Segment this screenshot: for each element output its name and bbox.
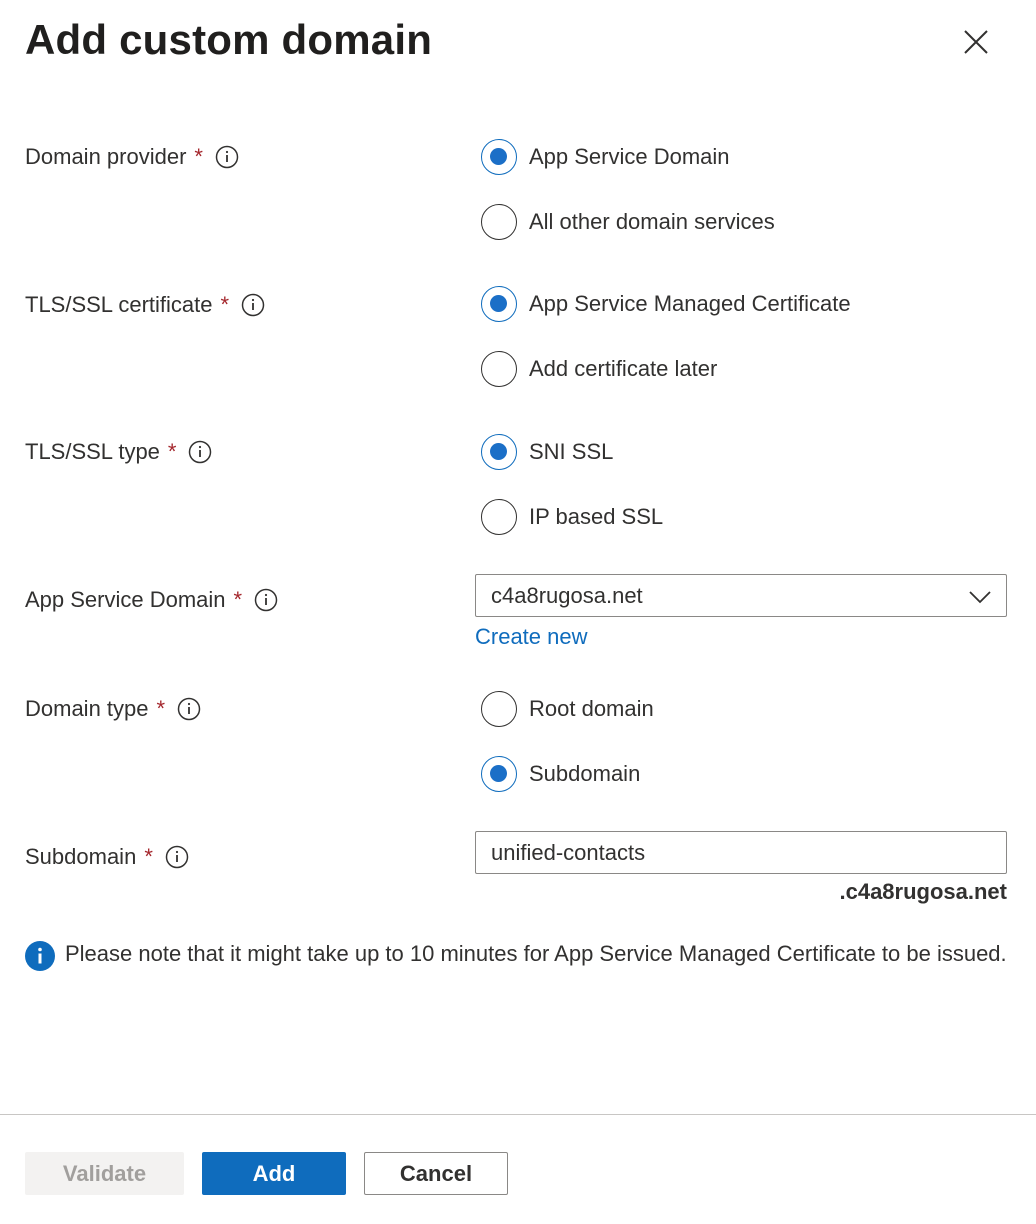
radio-circle-checked[interactable] [481,756,517,792]
tls-type-label-row: TLS/SSL type * [25,437,212,467]
info-icon[interactable] [254,588,278,612]
radio-label: IP based SSL [529,504,664,529]
tls-type-label: TLS/SSL type [25,439,160,464]
radio-add-certificate-later[interactable]: Add certificate later [481,350,717,388]
required-indicator: * [144,844,153,869]
radio-circle[interactable] [481,499,517,535]
radio-circle-checked[interactable] [481,139,517,175]
create-new-link[interactable]: Create new [475,622,588,652]
add-button[interactable]: Add [202,1152,346,1195]
tls-certificate-label-row: TLS/SSL certificate * [25,290,265,320]
radio-label: App Service Managed Certificate [529,291,851,316]
required-indicator: * [233,587,243,612]
radio-sni-ssl[interactable]: SNI SSL [481,433,613,471]
radio-subdomain[interactable]: Subdomain [481,755,640,793]
subdomain-input[interactable]: unified-contacts [475,831,1007,874]
domain-provider-label: Domain provider [25,144,187,169]
validate-button[interactable]: Validate [25,1152,184,1195]
info-icon[interactable] [165,845,189,869]
app-service-domain-label-row: App Service Domain * [25,585,278,615]
radio-circle-checked[interactable] [481,286,517,322]
radio-all-other-domain-services[interactable]: All other domain services [481,203,775,241]
required-indicator: * [167,439,177,464]
radio-label: Subdomain [529,761,641,786]
radio-circle[interactable] [481,691,517,727]
radio-ip-based-ssl[interactable]: IP based SSL [481,498,663,536]
info-icon[interactable] [241,293,265,317]
cancel-button[interactable]: Cancel [364,1152,508,1195]
radio-app-service-domain[interactable]: App Service Domain [481,138,730,176]
subdomain-label-row: Subdomain * [25,842,189,872]
radio-label: Root domain [529,696,654,721]
info-filled-icon [25,941,55,971]
required-indicator: * [194,144,203,169]
radio-label: SNI SSL [529,439,614,464]
close-button[interactable] [958,24,994,60]
app-service-domain-label: App Service Domain [25,587,226,612]
info-note-text: Please note that it might take up to 10 … [65,941,1007,966]
subdomain-input-value: unified-contacts [491,839,646,865]
tls-certificate-label: TLS/SSL certificate [25,292,213,317]
footer-divider [0,1114,1036,1115]
radio-label: App Service Domain [529,144,730,169]
domain-type-label: Domain type [25,696,149,721]
subdomain-suffix: .c4a8rugosa.net [839,879,1007,904]
page-title: Add custom domain [25,16,433,63]
radio-root-domain[interactable]: Root domain [481,690,654,728]
radio-circle[interactable] [481,204,517,240]
radio-circle[interactable] [481,351,517,387]
info-note: Please note that it might take up to 10 … [25,938,1015,971]
app-service-domain-dropdown[interactable]: c4a8rugosa.net [475,574,1007,617]
dropdown-value: c4a8rugosa.net [491,582,643,608]
chevron-down-icon [969,591,991,604]
radio-label: All other domain services [529,209,775,234]
close-icon [964,30,988,54]
radio-circle-checked[interactable] [481,434,517,470]
add-custom-domain-panel: Add custom domain Domain provider * App … [0,0,1036,1224]
required-indicator: * [156,696,166,721]
info-icon[interactable] [177,697,201,721]
subdomain-label: Subdomain [25,844,137,869]
info-icon[interactable] [188,440,212,464]
domain-type-label-row: Domain type * [25,694,201,724]
radio-app-service-managed-certificate[interactable]: App Service Managed Certificate [481,285,851,323]
info-icon[interactable] [215,145,239,169]
required-indicator: * [220,292,230,317]
radio-label: Add certificate later [529,356,718,381]
domain-provider-label-row: Domain provider * [25,142,239,172]
